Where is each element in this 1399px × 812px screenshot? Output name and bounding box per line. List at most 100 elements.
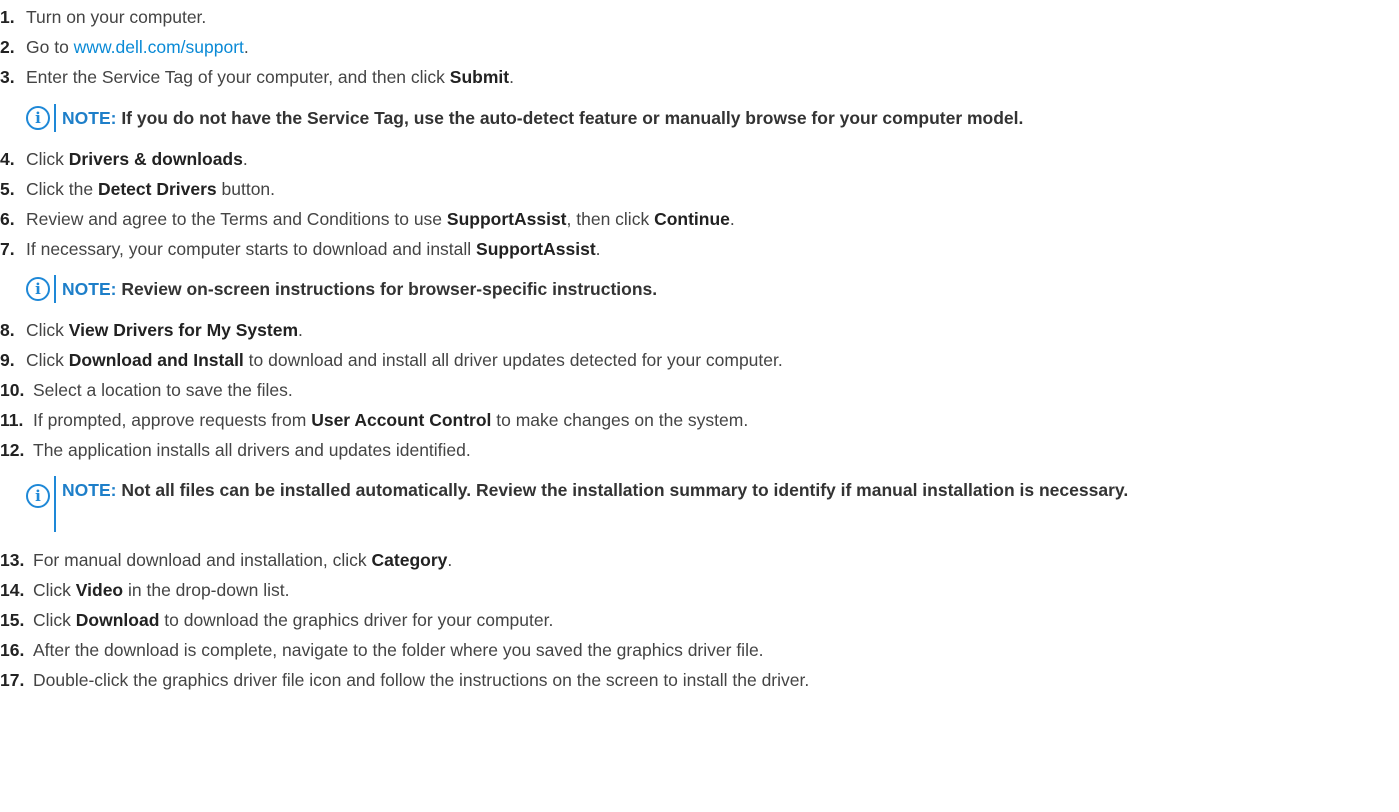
step-text: Click Video in the drop-down list. [33, 580, 289, 601]
text-fragment: to download and install all driver updat… [243, 349, 783, 370]
step-number: 11. [0, 409, 24, 430]
step-number: 4. [0, 148, 15, 169]
note-label: NOTE: [62, 279, 117, 299]
step-text: The application installs all drivers and… [33, 439, 471, 460]
note-text: NOTE: Not all files can be installed aut… [62, 476, 1399, 504]
step-13: 13. For manual download and installation… [0, 546, 452, 574]
text-fragment: Click [33, 609, 76, 630]
step-10: 10. Select a location to save the files. [0, 376, 293, 404]
step-number: 9. [0, 349, 15, 370]
note-body: Not all files can be installed automatic… [116, 480, 1129, 500]
step-text: If necessary, your computer starts to do… [26, 239, 601, 260]
text-fragment: . [298, 319, 303, 340]
step-4: 4. Click Drivers & downloads. [0, 145, 248, 173]
info-icon: i [26, 484, 50, 508]
ui-term: Detect Drivers [97, 178, 217, 199]
text-fragment: to make changes on the system. [491, 409, 749, 430]
dell-support-link[interactable]: www.dell.com/support [74, 37, 244, 57]
step-text: After the download is complete, navigate… [33, 639, 764, 660]
text-fragment: If prompted, approve requests from [33, 409, 312, 430]
note-label: NOTE: [62, 108, 117, 128]
step-number: 5. [0, 178, 15, 199]
step-11: 11. If prompted, approve requests from U… [0, 406, 748, 434]
text-fragment: For manual download and installation, cl… [33, 549, 372, 570]
ui-term: Drivers & downloads [68, 148, 243, 169]
text-fragment: . [729, 208, 735, 229]
step-16: 16. After the download is complete, navi… [0, 636, 764, 664]
text-fragment: Click [26, 319, 69, 340]
step-number: 10. [0, 379, 25, 400]
text-fragment: Go to [26, 36, 74, 57]
text-fragment: . [447, 549, 453, 570]
step-number: 13. [0, 549, 25, 570]
step-text: Click View Drivers for My System. [26, 320, 303, 341]
step-3: 3. Enter the Service Tag of your compute… [0, 63, 514, 91]
note-text: NOTE: Review on-screen instructions for … [62, 275, 657, 303]
document-page: 1. Turn on your computer. 2. Go to www.d… [0, 0, 1399, 812]
note-body: If you do not have the Service Tag, use … [116, 108, 1024, 128]
text-fragment: Click [33, 579, 76, 600]
step-text: Select a location to save the files. [33, 379, 293, 400]
step-7: 7. If necessary, your computer starts to… [0, 235, 601, 263]
step-number: 3. [0, 66, 15, 87]
step-text: Enter the Service Tag of your computer, … [26, 67, 514, 88]
info-icon: i [26, 277, 50, 301]
step-5: 5. Click the Detect Drivers button. [0, 175, 275, 203]
step-number: 17. [0, 669, 25, 690]
step-text: Click Drivers & downloads. [26, 149, 248, 170]
note-2: i NOTE: Review on-screen instructions fo… [26, 275, 657, 303]
ui-term: View Drivers for My System [68, 319, 299, 340]
step-text: Double-click the graphics driver file ic… [33, 669, 810, 690]
note-text: NOTE: If you do not have the Service Tag… [62, 104, 1023, 132]
ui-term: SupportAssist [446, 208, 567, 229]
text-fragment: Click [26, 148, 69, 169]
step-number: 16. [0, 639, 25, 660]
step-2: 2. Go to www.dell.com/support. [0, 33, 249, 61]
text-fragment: to download the graphics driver for your… [159, 609, 554, 630]
note-3: i NOTE: Not all files can be installed a… [26, 476, 1399, 532]
ui-term: Download [75, 609, 160, 630]
text-fragment: . [509, 66, 514, 87]
step-8: 8. Click View Drivers for My System. [0, 316, 303, 344]
step-text: Click Download to download the graphics … [33, 610, 553, 631]
note-divider [54, 476, 56, 532]
text-fragment: Click [26, 349, 69, 370]
note-body: Review on-screen instructions for browse… [116, 279, 658, 299]
step-text: If prompted, approve requests from User … [33, 410, 748, 431]
step-number: 12. [0, 439, 25, 460]
text-fragment: . [242, 148, 248, 169]
step-text: Click the Detect Drivers button. [26, 179, 275, 200]
text-fragment: in the drop-down list. [123, 579, 290, 600]
info-icon: i [26, 106, 50, 130]
step-17: 17. Double-click the graphics driver fil… [0, 666, 809, 694]
text-fragment: Review and agree to the Terms and Condit… [26, 208, 447, 229]
step-number: 1. [0, 6, 15, 27]
text-fragment: Enter the Service Tag of your computer, … [26, 66, 450, 87]
step-number: 6. [0, 208, 15, 229]
text-fragment: , then click [566, 208, 655, 229]
step-text: Review and agree to the Terms and Condit… [26, 209, 735, 230]
note-divider [54, 104, 56, 132]
ui-term: Video [75, 579, 124, 600]
step-text: For manual download and installation, cl… [33, 550, 452, 571]
step-text: Go to www.dell.com/support. [26, 37, 249, 58]
step-6: 6. Review and agree to the Terms and Con… [0, 205, 735, 233]
note-label: NOTE: [62, 480, 117, 500]
step-text: Turn on your computer. [26, 6, 207, 27]
step-15: 15. Click Download to download the graph… [0, 606, 553, 634]
step-number: 8. [0, 319, 15, 340]
ui-term: Download and Install [68, 349, 244, 370]
note-1: i NOTE: If you do not have the Service T… [26, 104, 1023, 132]
text-fragment: Click the [26, 178, 98, 199]
step-14: 14. Click Video in the drop-down list. [0, 576, 289, 604]
step-number: 2. [0, 36, 15, 57]
step-9: 9. Click Download and Install to downloa… [0, 346, 783, 374]
step-text: Click Download and Install to download a… [26, 350, 783, 371]
ui-term: User Account Control [311, 409, 492, 430]
ui-term: Continue [654, 208, 730, 229]
ui-term: Category [371, 549, 448, 570]
step-number: 14. [0, 579, 25, 600]
ui-term: Submit [449, 66, 510, 87]
ui-term: SupportAssist [476, 238, 596, 259]
text-fragment: button. [216, 178, 276, 199]
